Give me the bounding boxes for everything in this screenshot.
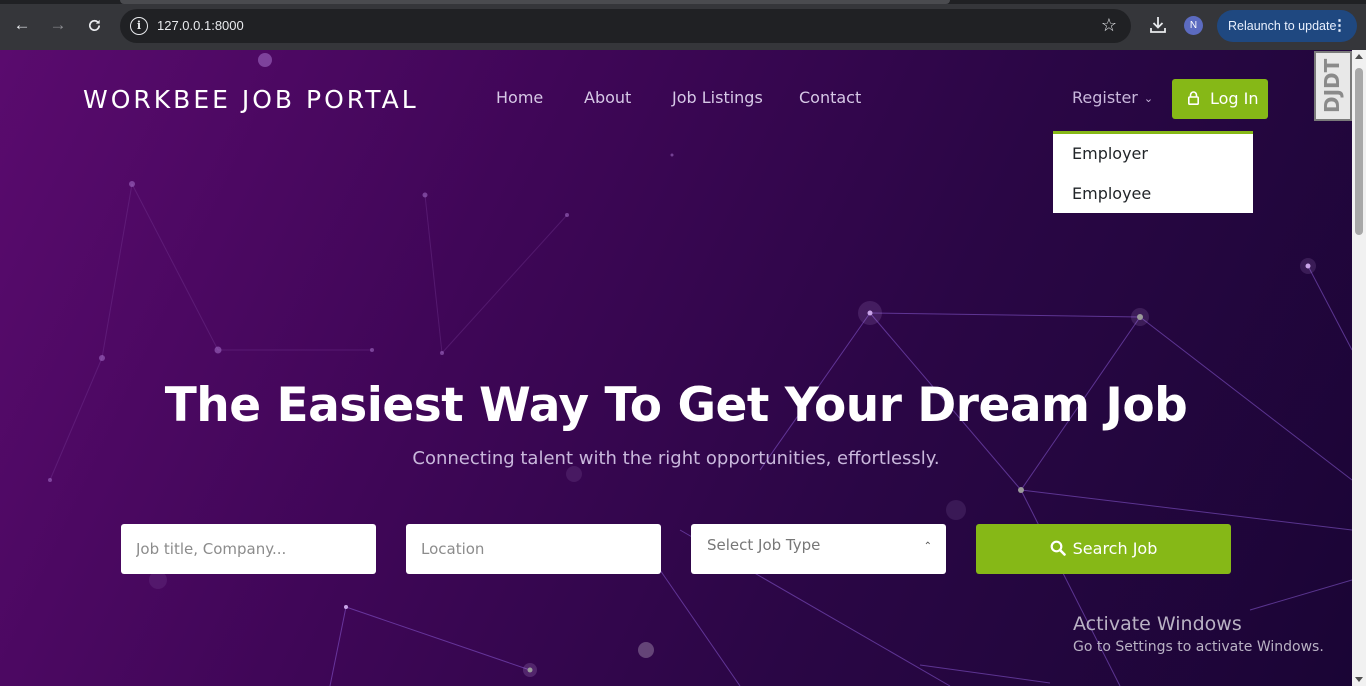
forward-icon[interactable]: → [47,14,69,36]
search-icon [1050,540,1066,556]
active-tab[interactable] [120,0,950,4]
register-label: Register [1072,88,1138,107]
relaunch-button[interactable]: Relaunch to update ⋮ [1217,10,1357,42]
keyword-field [121,524,376,574]
hero-section: WORKBEE JOB PORTAL Home About Job Listin… [0,50,1352,686]
more-icon[interactable]: ⋮ [1332,10,1347,42]
info-icon[interactable]: i [130,17,148,35]
nav-job-listings[interactable]: Job Listings [672,88,763,107]
register-dropdown-menu: Employer Employee [1053,131,1253,213]
scroll-up-arrow-icon[interactable] [1355,54,1363,59]
djdt-label: DJDT [1320,58,1344,113]
lock-icon [1188,91,1199,105]
chevron-up-icon: ⌃ [923,541,932,552]
url-text[interactable]: 127.0.0.1:8000 [157,18,244,33]
nav-home[interactable]: Home [496,88,543,107]
job-type-select[interactable]: Select Job Type ⌃ [691,524,946,574]
location-field [406,524,661,574]
address-bar[interactable]: i 127.0.0.1:8000 ☆ [120,9,1131,43]
tab-strip [0,0,1366,4]
location-input[interactable] [406,524,661,574]
register-dropdown-toggle[interactable]: Register ⌄ [1072,88,1153,107]
brand-logo[interactable]: WORKBEE JOB PORTAL [83,85,419,114]
nav-contact[interactable]: Contact [799,88,861,107]
star-icon[interactable]: ☆ [1101,15,1117,36]
nav-about[interactable]: About [584,88,631,107]
job-type-selected-value: Select Job Type [707,536,821,554]
watermark-title: Activate Windows [1073,613,1242,635]
windows-activation-watermark: Activate Windows Go to Settings to activ… [1073,613,1324,655]
reload-icon[interactable] [83,14,105,36]
dropdown-item-employee[interactable]: Employee [1072,184,1151,203]
hero-subtitle: Connecting talent with the right opportu… [412,448,940,469]
django-debug-toolbar-handle[interactable]: DJDT [1314,51,1352,121]
browser-toolbar: ← → i 127.0.0.1:8000 ☆ N Relaunch to upd… [0,0,1366,50]
scrollbar-thumb[interactable] [1355,68,1363,235]
dropdown-item-employer[interactable]: Employer [1072,144,1148,163]
chevron-down-icon: ⌄ [1143,92,1154,105]
page-scrollbar[interactable] [1352,50,1366,686]
download-icon[interactable] [1147,14,1169,36]
search-button-label: Search Job [1072,539,1158,558]
scroll-down-arrow-icon[interactable] [1355,677,1363,682]
login-label: Log In [1210,89,1259,108]
hero-title: The Easiest Way To Get Your Dream Job [164,378,1188,433]
keyword-input[interactable] [121,524,376,574]
search-job-button[interactable]: Search Job [976,524,1231,574]
watermark-subtitle: Go to Settings to activate Windows. [1073,639,1324,655]
back-icon[interactable]: ← [11,14,33,36]
profile-avatar[interactable]: N [1184,16,1203,35]
login-button[interactable]: Log In [1172,79,1268,119]
relaunch-label: Relaunch to update [1228,19,1337,33]
